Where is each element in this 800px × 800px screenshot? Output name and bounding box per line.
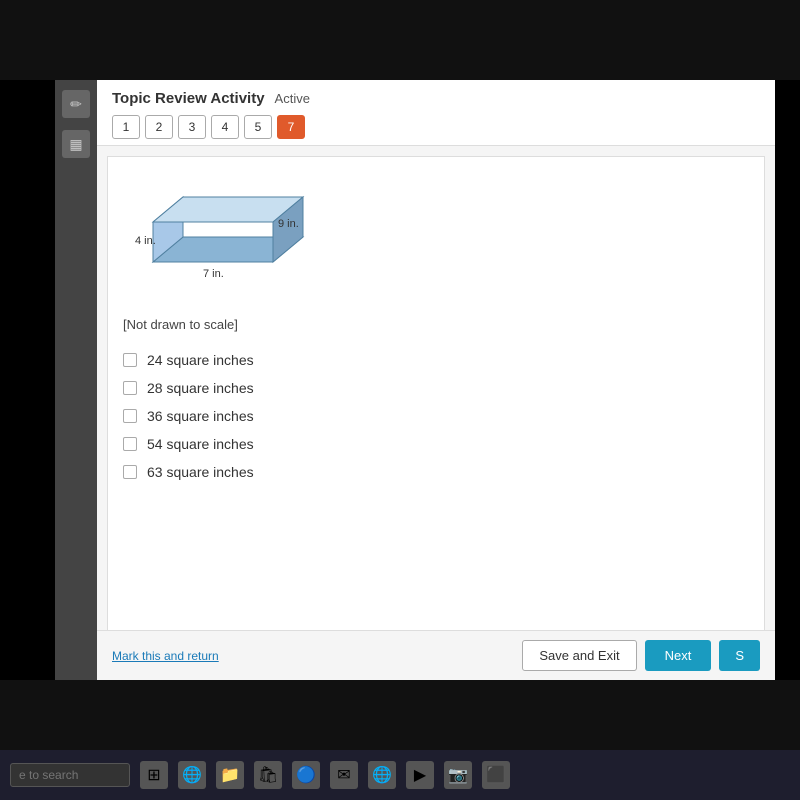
tab-7[interactable]: 7 — [277, 115, 305, 139]
choice-label-5: 63 square inches — [147, 464, 254, 480]
mark-return-link[interactable]: Mark this and return — [112, 649, 219, 663]
choice-4[interactable]: 54 square inches — [123, 436, 749, 452]
choice-3[interactable]: 36 square inches — [123, 408, 749, 424]
svg-text:4 in.: 4 in. — [135, 235, 156, 247]
choice-5[interactable]: 63 square inches — [123, 464, 749, 480]
calculator-icon[interactable]: ▦ — [62, 130, 90, 158]
svg-text:7 in.: 7 in. — [203, 268, 224, 280]
checkbox-4[interactable] — [123, 437, 137, 451]
taskbar-icon-browser2[interactable]: 🌐 — [368, 761, 396, 789]
footer-buttons: Save and Exit Next S — [522, 640, 760, 671]
choice-1[interactable]: 24 square inches — [123, 352, 749, 368]
activity-title: Topic Review Activity — [112, 90, 265, 107]
checkbox-2[interactable] — [123, 381, 137, 395]
checkbox-1[interactable] — [123, 353, 137, 367]
answer-choices: 24 square inches 28 square inches 36 squ… — [123, 352, 749, 480]
tab-1[interactable]: 1 — [112, 115, 140, 139]
checkbox-3[interactable] — [123, 409, 137, 423]
taskbar-icon-mail[interactable]: ✉ — [330, 761, 358, 789]
tab-2[interactable]: 2 — [145, 115, 173, 139]
choice-label-4: 54 square inches — [147, 436, 254, 452]
next-button[interactable]: Next — [645, 640, 712, 671]
taskbar-icon-chrome[interactable]: 🔵 — [292, 761, 320, 789]
pencil-icon[interactable]: ✏ — [62, 90, 90, 118]
figure-area: 4 in. 9 in. 7 in. — [123, 172, 749, 302]
question-tabs: 1 2 3 4 5 7 — [112, 115, 760, 139]
taskbar-icon-1[interactable]: ⊞ — [140, 761, 168, 789]
taskbar-icon-apps[interactable]: ⬛ — [482, 761, 510, 789]
not-to-scale-note: [Not drawn to scale] — [123, 317, 749, 332]
taskbar-icon-edge[interactable]: 🌐 — [178, 761, 206, 789]
checkbox-5[interactable] — [123, 465, 137, 479]
tab-3[interactable]: 3 — [178, 115, 206, 139]
taskbar-search[interactable] — [10, 763, 130, 787]
choice-2[interactable]: 28 square inches — [123, 380, 749, 396]
activity-status: Active — [275, 91, 310, 106]
submit-button[interactable]: S — [719, 640, 760, 671]
choice-label-3: 36 square inches — [147, 408, 254, 424]
3d-box-figure: 4 in. 9 in. 7 in. — [123, 172, 363, 292]
taskbar-icon-photos[interactable]: 📷 — [444, 761, 472, 789]
question-area: 4 in. 9 in. 7 in. [Not drawn to scale] 2… — [107, 156, 765, 636]
tab-4[interactable]: 4 — [211, 115, 239, 139]
choice-label-2: 28 square inches — [147, 380, 254, 396]
taskbar-icon-media[interactable]: ▶ — [406, 761, 434, 789]
header: Topic Review Activity Active 1 2 3 4 5 7 — [97, 80, 775, 146]
taskbar-icon-folder[interactable]: 📁 — [216, 761, 244, 789]
taskbar-icon-store[interactable]: 🛍 — [254, 761, 282, 789]
tab-5[interactable]: 5 — [244, 115, 272, 139]
svg-text:9 in.: 9 in. — [278, 218, 299, 230]
main-content: Topic Review Activity Active 1 2 3 4 5 7 — [97, 80, 775, 680]
choice-label-1: 24 square inches — [147, 352, 254, 368]
taskbar: ⊞ 🌐 📁 🛍 🔵 ✉ 🌐 ▶ 📷 ⬛ — [0, 750, 800, 800]
left-sidebar: ✏ ▦ — [55, 80, 97, 680]
save-exit-button[interactable]: Save and Exit — [522, 640, 636, 671]
footer-bar: Mark this and return Save and Exit Next … — [97, 630, 775, 680]
